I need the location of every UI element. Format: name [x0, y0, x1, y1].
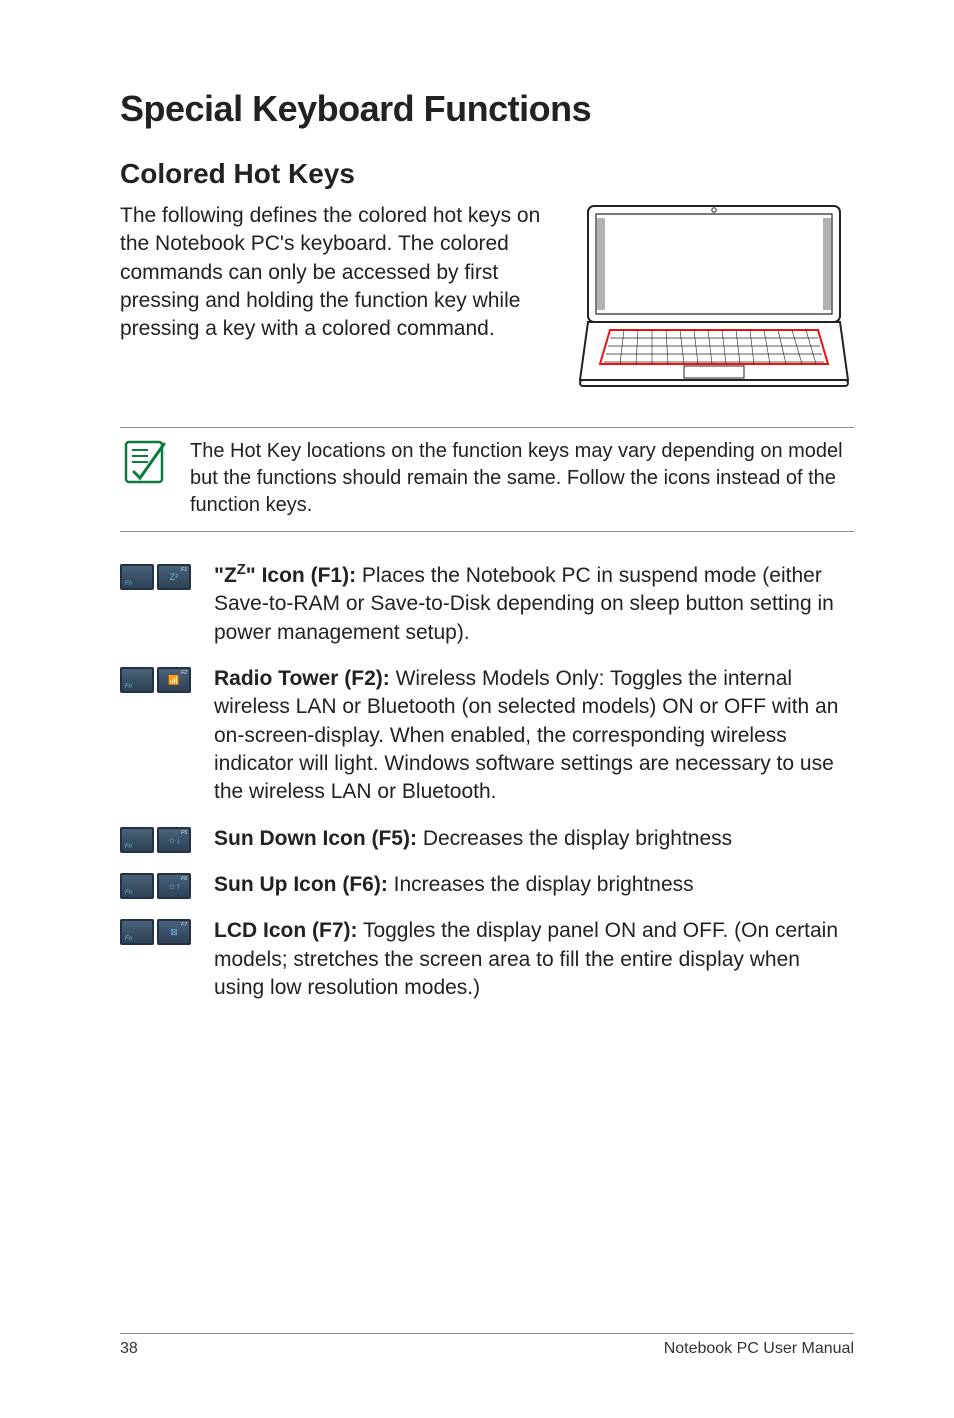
f6-key-icon: F6☼↑	[157, 873, 191, 899]
hk-f1-bold2: " Icon (F1):	[246, 564, 356, 587]
page-title: Special Keyboard Functions	[120, 88, 854, 130]
hk-f1-bold1: "Z	[214, 564, 237, 587]
f7-key-icon: F7⊠	[157, 919, 191, 945]
intro-text: The following defines the colored hot ke…	[120, 202, 550, 393]
hk-f7-bold: LCD Icon (F7):	[214, 919, 357, 942]
manual-title: Notebook PC User Manual	[664, 1340, 854, 1358]
fn-key-icon: Fn	[120, 827, 154, 853]
f2-key-icon: F2📶	[157, 667, 191, 693]
hotkey-desc-f5: Sun Down Icon (F5): Decreases the displa…	[214, 825, 854, 853]
hk-f2-bold: Radio Tower (F2):	[214, 667, 390, 690]
note-block: The Hot Key locations on the function ke…	[120, 427, 854, 532]
fn-key-icon: Fn	[120, 873, 154, 899]
laptop-diagram-icon	[574, 202, 854, 393]
section-title: Colored Hot Keys	[120, 158, 854, 190]
note-text: The Hot Key locations on the function ke…	[190, 438, 854, 519]
hotkey-row-f1: Fn F1Zᶻ "ZZ" Icon (F1): Places the Noteb…	[120, 562, 854, 647]
hk-f1-sup: Z	[237, 562, 246, 578]
key-icons-f1: Fn F1Zᶻ	[120, 564, 196, 590]
fn-key-icon: Fn	[120, 919, 154, 945]
hotkey-desc-f6: Sun Up Icon (F6): Increases the display …	[214, 871, 854, 899]
key-icons-f6: Fn F6☼↑	[120, 873, 196, 899]
page-number: 38	[120, 1340, 138, 1358]
hk-f6-bold: Sun Up Icon (F6):	[214, 873, 388, 896]
key-icons-f5: Fn F5☼↓	[120, 827, 196, 853]
fn-key-icon: Fn	[120, 667, 154, 693]
hk-f5-text: Decreases the display brightness	[417, 827, 732, 850]
key-icons-f7: Fn F7⊠	[120, 919, 196, 945]
key-icons-f2: Fn F2📶	[120, 667, 196, 693]
hotkey-row-f7: Fn F7⊠ LCD Icon (F7): Toggles the displa…	[120, 917, 854, 1002]
note-icon	[120, 438, 168, 491]
fn-key-icon: Fn	[120, 564, 154, 590]
hk-f5-bold: Sun Down Icon (F5):	[214, 827, 417, 850]
hotkey-desc-f2: Radio Tower (F2): Wireless Models Only: …	[214, 665, 854, 807]
hotkey-row-f2: Fn F2📶 Radio Tower (F2): Wireless Models…	[120, 665, 854, 807]
hotkey-desc-f1: "ZZ" Icon (F1): Places the Notebook PC i…	[214, 562, 854, 647]
page-footer: 38 Notebook PC User Manual	[120, 1333, 854, 1358]
hotkey-desc-f7: LCD Icon (F7): Toggles the display panel…	[214, 917, 854, 1002]
hotkey-row-f5: Fn F5☼↓ Sun Down Icon (F5): Decreases th…	[120, 825, 854, 853]
f5-key-icon: F5☼↓	[157, 827, 191, 853]
hk-f6-text: Increases the display brightness	[388, 873, 694, 896]
intro-row: The following defines the colored hot ke…	[120, 202, 854, 393]
hotkey-row-f6: Fn F6☼↑ Sun Up Icon (F6): Increases the …	[120, 871, 854, 899]
f1-key-icon: F1Zᶻ	[157, 564, 191, 590]
